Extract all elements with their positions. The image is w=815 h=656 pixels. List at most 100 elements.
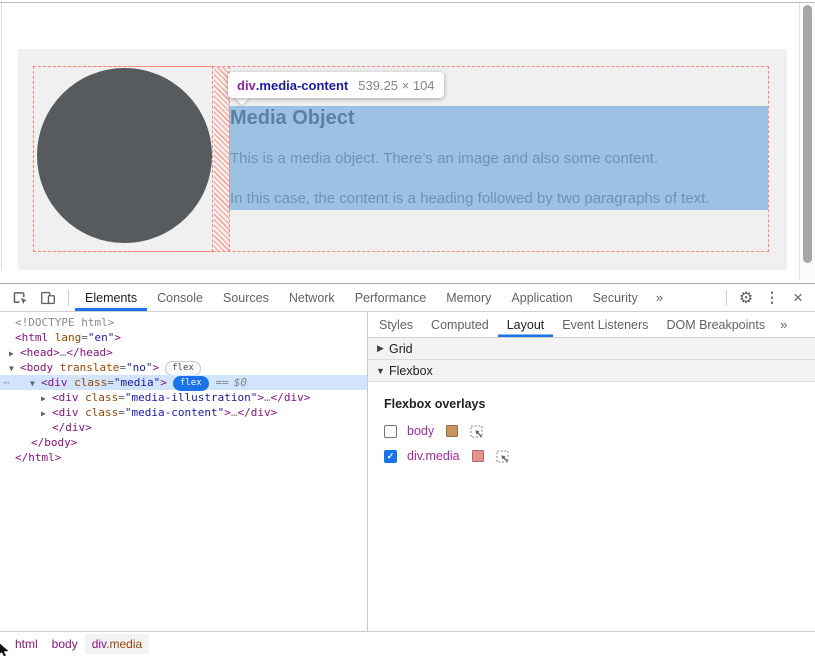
tab-console[interactable]: Console (147, 284, 213, 311)
tree-token-attr: class (79, 391, 119, 404)
tree-token-attr: class (68, 376, 108, 389)
tree-token-tag: > (257, 391, 264, 404)
overlay-color-swatch (446, 425, 458, 437)
tree-token-gray: <!DOCTYPE html> (15, 316, 114, 329)
page-scrollbar-thumb[interactable] (803, 5, 812, 263)
tree-row[interactable]: <!DOCTYPE html> (0, 315, 367, 330)
breadcrumb-div-media[interactable]: div.media (85, 634, 149, 654)
tree-token-arrow: ▼ (9, 361, 20, 376)
breadcrumb-class: .media (106, 637, 142, 651)
breadcrumb-body[interactable]: body (45, 634, 85, 654)
tree-token-attr: translate (53, 361, 119, 374)
sidebar-tab-computed[interactable]: Computed (422, 312, 498, 337)
tab-application[interactable]: Application (501, 284, 582, 311)
tab-elements[interactable]: Elements (75, 284, 147, 311)
grid-section-label: Grid (389, 342, 413, 356)
tree-token-gray: … (264, 391, 271, 404)
tree-row[interactable]: </body> (0, 435, 367, 450)
tab-performance[interactable]: Performance (345, 284, 437, 311)
elements-tree: <!DOCTYPE html><html lang="en">▶<head>…<… (0, 312, 367, 631)
settings-gear-icon[interactable]: ⚙ (733, 284, 759, 311)
tooltip-class: .media-content (256, 78, 348, 93)
section-flexbox[interactable]: ▼ Flexbox (368, 360, 815, 382)
close-devtools-icon[interactable]: × (785, 284, 811, 311)
flex-gap-hatch (214, 67, 229, 251)
tree-token-val: "en" (88, 331, 115, 344)
flexbox-overlays-list: body ✓ div.media (384, 424, 799, 463)
sidebar-tab-dom-breakpoints[interactable]: DOM Breakpoints (657, 312, 774, 337)
device-toolbar-icon[interactable] (34, 284, 62, 311)
tree-token-arrow: ▶ (41, 406, 52, 421)
tree-token-tag: > (224, 406, 231, 419)
devtools-main: <!DOCTYPE html><html lang="en">▶<head>…<… (0, 312, 815, 631)
tree-row[interactable]: ▶<div class="media-illustration">…</div> (0, 390, 367, 405)
more-tabs-button[interactable]: » (648, 284, 671, 311)
devtools-panel: ElementsConsoleSourcesNetworkPerformance… (0, 283, 815, 656)
tree-row[interactable]: ▶<head>…</head> (0, 345, 367, 360)
tree-token-punc: = (107, 376, 114, 389)
breadcrumb-tag: html (15, 637, 38, 651)
tree-token-arrow: ▼ (30, 376, 41, 391)
page-scrollbar[interactable] (799, 3, 815, 280)
overlay-checkbox-div-media[interactable]: ✓ (384, 450, 397, 463)
overlay-checkbox-body[interactable] (384, 425, 397, 438)
overlay-label-body[interactable]: body (407, 424, 434, 438)
tree-token-tag: <div (52, 406, 79, 419)
tree-row-selected[interactable]: ⋯▼<div class="media">flex==$0 (0, 375, 367, 390)
overlay-picker-icon[interactable] (470, 425, 483, 438)
tree-token-tag: </div> (271, 391, 311, 404)
sidebar-more-tabs-button[interactable]: » (774, 312, 793, 337)
inspect-element-icon[interactable] (6, 284, 34, 311)
flex-item-overlay-illustration (33, 66, 213, 252)
tree-token-badge: flex (165, 361, 201, 376)
section-grid[interactable]: ▶ Grid (368, 338, 815, 360)
flexbox-section-label: Flexbox (389, 364, 433, 378)
overlay-picker-icon[interactable] (496, 450, 509, 463)
sidebar-tab-layout[interactable]: Layout (498, 312, 554, 337)
breadcrumb-tag: body (52, 637, 78, 651)
tree-row[interactable]: <html lang="en"> (0, 330, 367, 345)
tab-sources[interactable]: Sources (213, 284, 279, 311)
tree-row[interactable]: ▼<body translate="no">flex (0, 360, 367, 375)
tree-row[interactable]: ▶<div class="media-content">…</div> (0, 405, 367, 420)
flexbox-overlays-title: Flexbox overlays (384, 397, 799, 411)
tree-token-val: "media" (114, 376, 160, 389)
tab-security[interactable]: Security (583, 284, 648, 311)
tree-token-arrow: ▶ (41, 391, 52, 406)
tree-token-badge-active: flex (173, 376, 209, 391)
page-viewport: Media Object This is a media object. The… (0, 0, 815, 283)
tree-token-punc: = (81, 331, 88, 344)
toolbar-right-divider (726, 290, 727, 306)
tab-network[interactable]: Network (279, 284, 345, 311)
inspect-tooltip: div.media-content 539.25 × 104 (228, 72, 444, 98)
tree-token-dots: ⋯ (3, 375, 8, 390)
tree-token-punc: = (118, 406, 125, 419)
toolbar-divider (68, 290, 69, 306)
mouse-cursor-icon (0, 642, 10, 656)
kebab-menu-icon[interactable]: ⋮ (759, 284, 785, 311)
tab-memory[interactable]: Memory (436, 284, 501, 311)
tree-token-arrow: ▶ (9, 346, 20, 361)
overlay-label-div-media[interactable]: div.media (407, 449, 460, 463)
overlay-color-swatch (472, 450, 484, 462)
toolbar-right-controls: ⚙ ⋮ × (720, 284, 815, 311)
breadcrumb-html[interactable]: html (8, 634, 45, 654)
tree-token-tag: </div> (237, 406, 277, 419)
tree-token-val: "media-illustration" (125, 391, 257, 404)
inspect-content-highlight (229, 106, 768, 210)
tooltip-tag: div (237, 78, 256, 93)
tree-row[interactable]: </div> (0, 420, 367, 435)
tree-token-tag: > (152, 361, 159, 374)
tree-token-punc: = (119, 361, 126, 374)
breadcrumb-tag: div (92, 637, 106, 651)
tree-token-tag: > (114, 331, 121, 344)
window-left-border (1, 3, 2, 269)
devtools-toolbar: ElementsConsoleSourcesNetworkPerformance… (0, 284, 815, 312)
sidebar-tab-event-listeners[interactable]: Event Listeners (553, 312, 657, 337)
tree-row[interactable]: </html> (0, 450, 367, 465)
grid-collapse-arrow-icon: ▶ (374, 343, 387, 354)
tree-token-tag: </body> (31, 436, 77, 449)
sidebar-tab-styles[interactable]: Styles (370, 312, 422, 337)
tree-token-val: "no" (126, 361, 153, 374)
tree-token-tag: > (160, 376, 167, 389)
